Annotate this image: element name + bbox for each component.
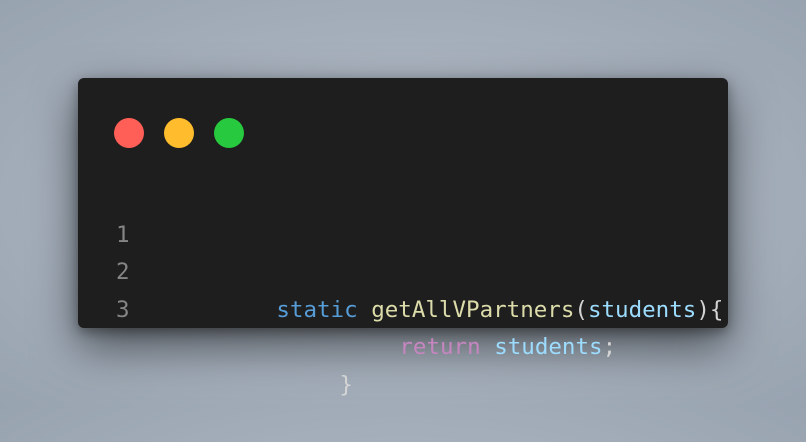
code-line: 2 return students; [78, 217, 728, 360]
code-text: } [231, 329, 353, 442]
code-block: 1 static getAllVPartners(students){ 2 re… [78, 179, 728, 398]
close-button[interactable] [114, 118, 144, 148]
keyword-token: return [399, 334, 481, 360]
code-line: 3 } [78, 254, 728, 398]
code-window: 1 static getAllVPartners(students){ 2 re… [78, 78, 728, 398]
line-number: 3 [116, 296, 130, 323]
minimize-button[interactable] [164, 118, 194, 148]
maximize-button[interactable] [214, 118, 244, 148]
punctuation-token: } [339, 371, 353, 398]
variable-token: students [494, 334, 603, 360]
punctuation-token: ; [602, 334, 617, 360]
code-line: 1 static getAllVPartners(students){ [78, 179, 728, 323]
punctuation-token: ){ [696, 296, 724, 323]
